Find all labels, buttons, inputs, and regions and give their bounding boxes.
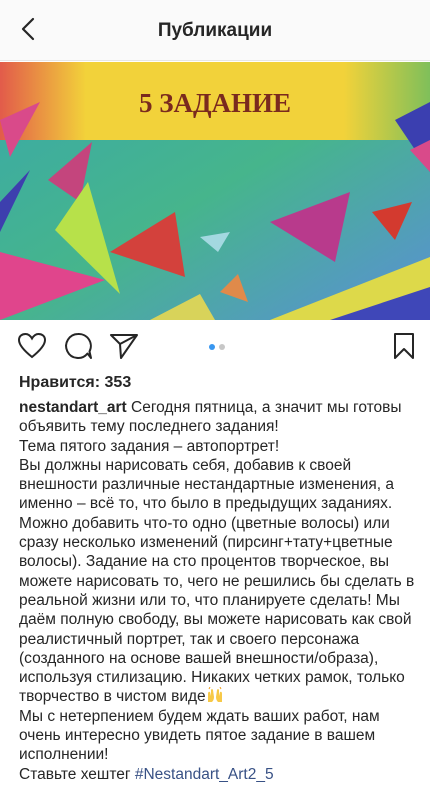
caption-paragraph: Ставьте хештег #Nestandart_Art2_5 [19, 765, 419, 784]
bookmark-outline-icon[interactable] [388, 330, 420, 362]
banner-text: 5 ЗАДАНИЕ [139, 88, 291, 118]
caption-text: Ставьте хештег [19, 765, 131, 783]
paper-plane-icon[interactable] [108, 330, 140, 362]
caption-paragraph: Тема пятого задания – автопортрет! [19, 437, 280, 455]
post-image[interactable]: 5 ЗАДАНИЕ [0, 62, 430, 320]
caption-paragraph: Вы должны нарисовать себя, добавив к сво… [19, 456, 419, 707]
username-link[interactable]: nestandart_art [19, 399, 127, 416]
heart-outline-icon[interactable] [16, 330, 48, 362]
top-navigation-bar: Публикации [0, 0, 430, 61]
hashtag-link[interactable]: #Nestandart_Art2_5 [135, 766, 274, 783]
carousel-indicator [206, 344, 232, 352]
post-action-bar [0, 322, 430, 370]
post-caption: nestandart_art Сегодня пятница, а значит… [19, 398, 419, 784]
carousel-dot [219, 344, 225, 350]
post-artwork: 5 ЗАДАНИЕ [0, 62, 430, 320]
carousel-dot-active [209, 344, 215, 350]
caption-paragraph: nestandart_art Сегодня пятница, а значит… [19, 398, 419, 437]
comment-bubble-icon[interactable] [62, 330, 94, 362]
raised-hands-emoji-icon [207, 687, 222, 703]
caption-text: Вы должны нарисовать себя, добавив к сво… [19, 456, 415, 706]
caption-paragraph: Мы с нетерпением будем ждать ваших работ… [19, 707, 380, 764]
page-title: Публикации [157, 20, 273, 41]
likes-count[interactable]: Нравится: 353 [19, 374, 131, 392]
